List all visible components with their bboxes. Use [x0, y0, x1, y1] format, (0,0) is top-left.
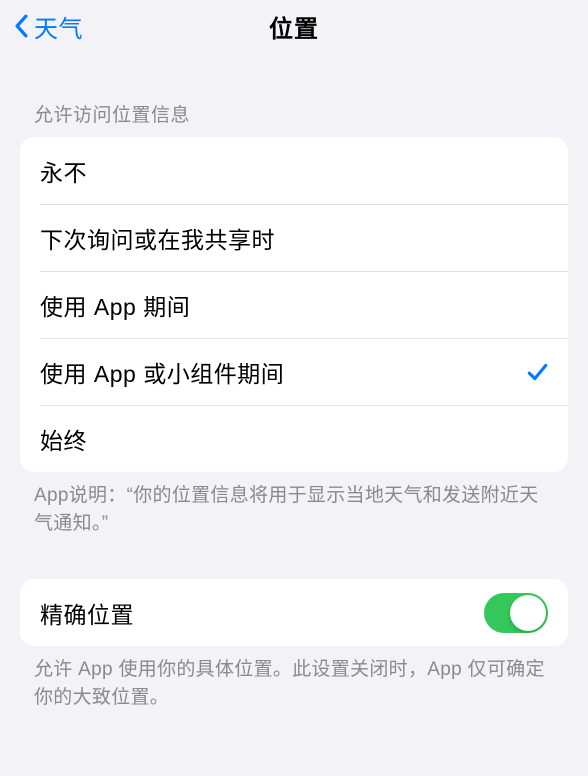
- precise-location-group: 精确位置: [20, 579, 568, 646]
- precise-location-toggle[interactable]: [484, 593, 548, 633]
- back-button[interactable]: 天气: [8, 5, 87, 48]
- option-label: 始终: [40, 422, 87, 456]
- section-footer-precise: 允许 App 使用你的具体位置。此设置关闭时，App 仅可确定你的大致位置。: [0, 646, 588, 711]
- back-label: 天气: [34, 9, 83, 44]
- option-never[interactable]: 永不: [20, 137, 568, 204]
- option-label: 使用 App 或小组件期间: [40, 355, 284, 389]
- checkmark-icon: [526, 361, 548, 383]
- option-label: 使用 App 期间: [40, 288, 190, 322]
- option-ask-next-time[interactable]: 下次询问或在我共享时: [20, 204, 568, 271]
- page-title: 位置: [0, 9, 588, 44]
- option-while-using-app-or-widgets[interactable]: 使用 App 或小组件期间: [20, 338, 568, 405]
- section-footer-app-explanation: App说明：“你的位置信息将用于显示当地天气和发送附近天气通知。”: [0, 472, 588, 537]
- section-header-location-access: 允许访问位置信息: [0, 100, 588, 127]
- option-label: 永不: [40, 154, 87, 188]
- nav-bar: 天气 位置: [0, 0, 588, 52]
- location-access-group: 永不 下次询问或在我共享时 使用 App 期间 使用 App 或小组件期间 始终: [20, 137, 568, 472]
- toggle-knob: [510, 595, 546, 631]
- precise-location-label: 精确位置: [40, 596, 134, 630]
- chevron-left-icon: [12, 12, 30, 40]
- option-label: 下次询问或在我共享时: [40, 221, 275, 255]
- option-while-using-app[interactable]: 使用 App 期间: [20, 271, 568, 338]
- option-always[interactable]: 始终: [20, 405, 568, 472]
- precise-location-row: 精确位置: [20, 579, 568, 646]
